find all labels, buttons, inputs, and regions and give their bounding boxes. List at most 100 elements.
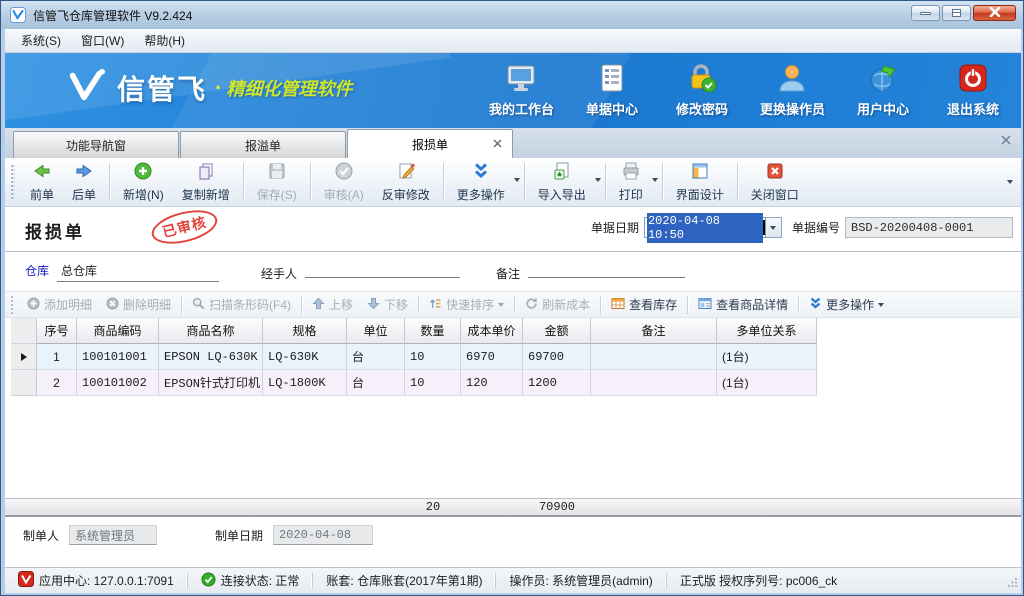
banner-action-user-center[interactable]: 用户中心: [851, 63, 915, 118]
next-doc-button[interactable]: 后单: [63, 158, 105, 206]
banner-action-workstation[interactable]: 我的工作台: [489, 63, 554, 118]
more-actions-caret-icon[interactable]: [514, 178, 520, 182]
remark-value[interactable]: [528, 262, 685, 278]
col-seq[interactable]: 序号: [37, 318, 77, 344]
view-stock-button[interactable]: 查看库存: [604, 293, 684, 316]
tab-close-icon[interactable]: [493, 137, 502, 151]
double-chevron-down-icon: [471, 161, 491, 184]
import-export-button[interactable]: 导入导出: [529, 158, 595, 206]
total-amount: 70900: [523, 500, 591, 514]
add-circle-icon: [133, 161, 153, 184]
workstation-icon: [506, 63, 536, 96]
minimize-button[interactable]: [911, 5, 940, 21]
current-row-pointer-icon: [21, 353, 27, 361]
add-detail-button: 添加明细: [20, 293, 99, 316]
maximize-button[interactable]: [942, 5, 971, 21]
print-caret-icon[interactable]: [652, 178, 658, 182]
view-product-detail-button[interactable]: 查看商品详情: [691, 293, 795, 316]
add-detail-icon: [27, 297, 40, 313]
import-export-caret-icon[interactable]: [595, 178, 601, 182]
grid-more-caret-icon[interactable]: [878, 303, 884, 307]
col-multi-unit[interactable]: 多单位关系: [717, 318, 817, 344]
col-spec[interactable]: 规格: [263, 318, 347, 344]
table-row[interactable]: 2 100101002 EPSON针式打印机 LQ-1800K 台 10 120…: [11, 370, 817, 396]
document-center-icon: [597, 63, 627, 96]
banner: 信管飞 · 精细化管理软件 我的工作台 单据中心 修改密码 更换操作员: [5, 53, 1021, 128]
doc-date-input[interactable]: 2020-04-08 10:50: [644, 217, 766, 238]
make-date-label: 制单日期: [215, 527, 263, 544]
menu-help[interactable]: 帮助(H): [134, 29, 195, 52]
col-product-code[interactable]: 商品编码: [77, 318, 159, 344]
ui-design-button[interactable]: 界面设计: [667, 158, 733, 206]
banner-action-exit-system[interactable]: 退出系统: [941, 63, 1005, 118]
warehouse-label[interactable]: 仓库: [25, 262, 49, 279]
stock-table-icon: [611, 297, 625, 313]
audited-stamp: 已审核: [148, 204, 220, 249]
resize-grip[interactable]: [1008, 576, 1018, 590]
delete-detail-button: 删除明细: [99, 293, 178, 316]
move-up-button: 上移: [305, 293, 360, 316]
tab-overflow-order[interactable]: 报溢单: [180, 131, 346, 158]
close-window-button[interactable]: 关闭窗口: [742, 158, 808, 206]
banner-action-change-password[interactable]: 修改密码: [670, 63, 734, 118]
document-title: 报损单: [25, 218, 85, 243]
delete-detail-icon: [106, 297, 119, 313]
scan-barcode-button: 扫描条形码(F4): [185, 293, 298, 316]
copy-new-button[interactable]: 复制新增: [173, 158, 239, 206]
make-date-field: 2020-04-08: [273, 525, 373, 545]
toolbar-grip[interactable]: [11, 165, 15, 199]
row-selector-cell[interactable]: [11, 344, 37, 370]
import-export-icon: [552, 161, 572, 184]
tab-loss-order[interactable]: 报损单: [347, 129, 513, 158]
col-amount[interactable]: 金额: [523, 318, 591, 344]
arrow-down-icon: [367, 297, 380, 313]
copy-icon: [196, 161, 216, 184]
row-selector-cell[interactable]: [11, 370, 37, 396]
totals-row: 20 70900: [5, 498, 1021, 517]
quick-sort-button: 快速排序: [422, 293, 511, 316]
document-panel: 报损单 已审核 单据日期 2020-04-08 10:50 单据编号 BSD-2…: [5, 207, 1021, 567]
tabstrip-close-icon[interactable]: [1001, 134, 1011, 148]
table-row[interactable]: 1 100101001 EPSON LQ-630K LQ-630K 台 10 6…: [11, 344, 817, 370]
chevron-down-icon: [770, 226, 776, 230]
brand-logo-icon: [63, 67, 107, 108]
unaudit-button[interactable]: 反审修改: [373, 158, 439, 206]
col-unit[interactable]: 单位: [347, 318, 405, 344]
menu-window[interactable]: 窗口(W): [71, 29, 134, 52]
grid-more-actions-button[interactable]: 更多操作: [802, 293, 891, 316]
new-button[interactable]: 新增(N): [114, 158, 173, 206]
handler-label: 经手人: [261, 265, 297, 282]
grid-toolbar: 添加明细 删除明细 扫描条形码(F4) 上移 下移: [5, 291, 1021, 318]
doc-date-dropdown-button[interactable]: [766, 217, 782, 238]
handler-value[interactable]: [305, 262, 460, 278]
status-operator: 操作员: 系统管理员(admin): [495, 573, 665, 589]
layout-icon: [690, 161, 710, 184]
print-button[interactable]: 打印: [610, 158, 652, 206]
row-selector-header: [11, 318, 37, 344]
toolbar-overflow-caret-icon[interactable]: [1007, 180, 1013, 184]
grid-toolbar-grip[interactable]: [11, 296, 15, 314]
more-actions-button[interactable]: 更多操作: [448, 158, 514, 206]
banner-action-document-center[interactable]: 单据中心: [580, 63, 644, 118]
brand-name: 信管飞: [117, 68, 207, 108]
tab-nav-window[interactable]: 功能导航窗: [13, 131, 179, 158]
prev-doc-button[interactable]: 前单: [21, 158, 63, 206]
save-button: 保存(S): [248, 158, 306, 206]
audit-check-icon: [334, 161, 354, 184]
app-logo-icon: [10, 7, 26, 23]
col-qty[interactable]: 数量: [405, 318, 461, 344]
total-quantity: 20: [405, 500, 461, 514]
connection-ok-icon: [201, 572, 216, 590]
col-remark[interactable]: 备注: [591, 318, 717, 344]
close-button[interactable]: [973, 5, 1016, 21]
col-cost-price[interactable]: 成本单价: [461, 318, 523, 344]
menu-system[interactable]: 系统(S): [11, 29, 71, 52]
banner-action-switch-operator[interactable]: 更换操作员: [760, 63, 825, 118]
col-product-name[interactable]: 商品名称: [159, 318, 263, 344]
window-title: 信管飞仓库管理软件 V9.2.424: [33, 7, 192, 24]
arrow-left-icon: [32, 161, 52, 184]
sort-icon: [429, 297, 442, 313]
doc-no-field: BSD-20200408-0001: [845, 217, 1013, 238]
warehouse-value[interactable]: 总仓库: [57, 262, 219, 282]
arrow-up-icon: [312, 297, 325, 313]
